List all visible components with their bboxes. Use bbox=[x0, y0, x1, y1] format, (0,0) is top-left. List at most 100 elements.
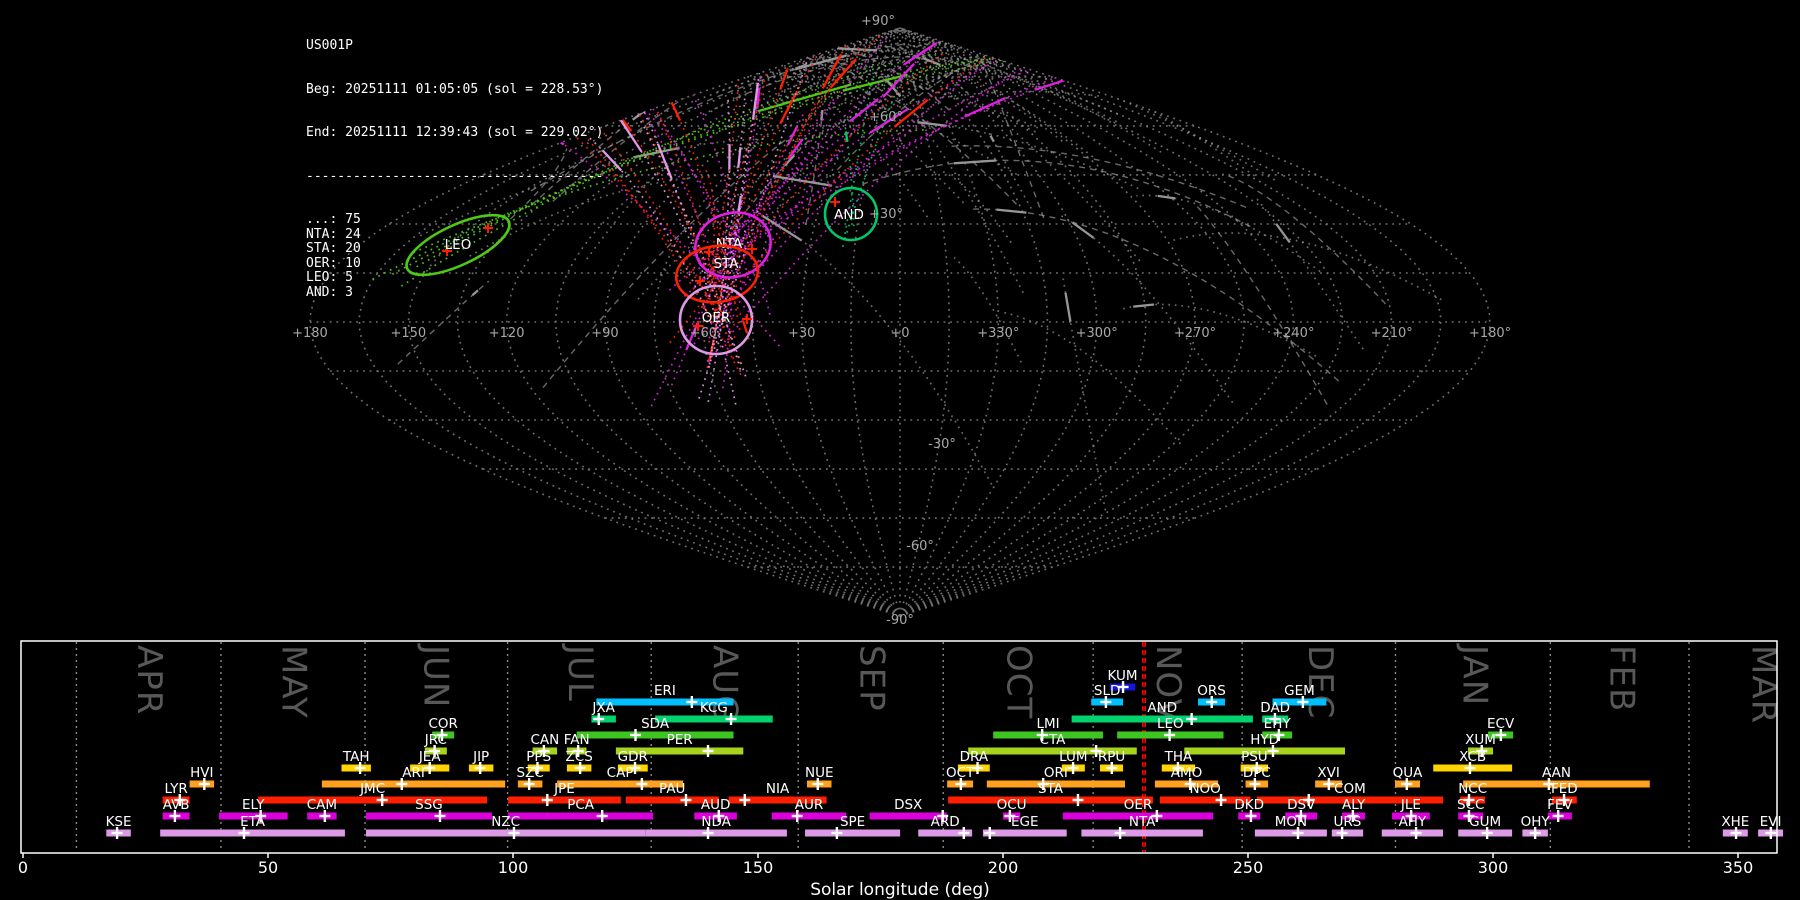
x-tick-label: 300 bbox=[1478, 858, 1509, 877]
shower-bars: KUM ERI SLD ORS GEM JXA KCG AND DAD COR SDA LMI LEO E… bbox=[106, 668, 1784, 839]
shower-bar-label-XCB: XCB bbox=[1459, 749, 1486, 765]
shower-bar-label-JXA: JXA bbox=[591, 700, 615, 716]
sky-map: LEO NTASTAOERAND+180 +150 +120 +90 +60 +30 +0 +3… bbox=[292, 14, 1511, 628]
radiant-label-AND: AND bbox=[834, 207, 864, 223]
meteor-solid-segment bbox=[999, 53, 1031, 62]
shower-bar-label-MON: MON bbox=[1275, 814, 1307, 830]
x-axis-label: Solar longitude (deg) bbox=[810, 880, 990, 900]
shower-bar-label-KCG: KCG bbox=[700, 700, 728, 716]
shower-bar-label-JLE: JLE bbox=[1400, 797, 1421, 813]
shower-bar-JPE bbox=[508, 796, 621, 804]
lon-label: +30 bbox=[788, 326, 815, 341]
shower-bar-JMC bbox=[258, 796, 488, 804]
x-tick-label: 150 bbox=[743, 858, 774, 877]
shower-bar-label-NIA: NIA bbox=[766, 781, 790, 797]
shower-bar-label-GUM: GUM bbox=[1469, 814, 1501, 830]
meteor-solid-segment bbox=[1064, 292, 1072, 322]
shower-bar-label-DRA: DRA bbox=[960, 749, 989, 765]
shower-bar-label-AND: AND bbox=[1147, 700, 1177, 716]
shower-bar-label-DPC: DPC bbox=[1243, 765, 1271, 781]
x-tick-label: 250 bbox=[1233, 858, 1264, 877]
lon-label: +240° bbox=[1272, 326, 1314, 341]
meteor-solid-segment bbox=[737, 147, 742, 168]
x-tick-label: 50 bbox=[258, 858, 278, 877]
meteor-trail bbox=[668, 55, 1008, 291]
x-tick-label: 200 bbox=[988, 858, 1019, 877]
pole-label-south: -90° bbox=[886, 613, 914, 628]
shower-bar-label-LUM: LUM bbox=[1059, 749, 1087, 765]
shower-bar-label-CAP: CAP bbox=[607, 765, 634, 781]
lat-label: -30° bbox=[928, 437, 956, 452]
shower-bar-label-SSG: SSG bbox=[415, 797, 443, 813]
shower-bar-label-SZC: SZC bbox=[517, 765, 544, 781]
meteor-solid-segment bbox=[1029, 33, 1090, 37]
shower-bar-label-ORS: ORS bbox=[1197, 683, 1226, 699]
meteor-solid-segment bbox=[844, 131, 849, 143]
meteor-trail bbox=[979, 56, 1045, 219]
meteor-solid-segment bbox=[996, 208, 1027, 214]
shower-bar-label-NZC: NZC bbox=[491, 814, 520, 830]
shower-bar-MON bbox=[1254, 829, 1327, 837]
shower-bar-label-GEM: GEM bbox=[1284, 683, 1315, 699]
meteor-trail bbox=[702, 84, 918, 226]
meteor-solid-segment bbox=[730, 28, 772, 33]
shower-bar-AUR bbox=[771, 812, 847, 820]
meteor-trail bbox=[716, 43, 863, 299]
lon-label: +330° bbox=[977, 326, 1019, 341]
shower-bar-label-NCC: NCC bbox=[1458, 781, 1487, 797]
shower-bar-label-CAM: CAM bbox=[307, 797, 337, 813]
shower-bar-label-COR: COR bbox=[428, 716, 457, 732]
meteor-solid-segment bbox=[1026, 40, 1066, 50]
shower-bar-label-OCT: OCT bbox=[946, 765, 975, 781]
shower-bar-EGE bbox=[982, 829, 1067, 837]
meteor-solid-segment bbox=[1034, 68, 1099, 91]
lat-label: +30° bbox=[869, 207, 903, 222]
meteor-solid-segment bbox=[1133, 303, 1155, 308]
meteor-solid-segment bbox=[953, 159, 997, 165]
separator-line: -------------------------------------- bbox=[306, 168, 604, 184]
month-label-OCT: OCT bbox=[999, 645, 1039, 719]
shower-bar-label-NDA: NDA bbox=[701, 814, 731, 830]
shower-bar-label-FEV: FEV bbox=[1547, 797, 1573, 813]
shower-bar-label-SLD: SLD bbox=[1094, 683, 1121, 699]
shower-bar-label-DSX: DSX bbox=[894, 797, 922, 813]
shower-bar-label-NUE: NUE bbox=[805, 765, 834, 781]
shower-bar-label-EHY: EHY bbox=[1264, 716, 1292, 732]
month-label-APR: APR bbox=[129, 645, 169, 715]
month-label-JUN: JUN bbox=[416, 643, 456, 708]
shower-bar-label-URS: URS bbox=[1334, 814, 1362, 830]
shower-bar-label-ZCS: ZCS bbox=[566, 749, 593, 765]
shower-bar-label-JRC: JRC bbox=[424, 732, 447, 748]
station-id: US001P bbox=[306, 38, 353, 53]
meteor-trail bbox=[1168, 232, 1442, 301]
shower-count-NTA: NTA: 24 bbox=[306, 226, 361, 242]
shower-bar-label-EVI: EVI bbox=[1760, 814, 1782, 830]
shower-bar-label-AUR: AUR bbox=[795, 797, 824, 813]
shower-bar-label-XUM: XUM bbox=[1465, 732, 1496, 748]
shower-bar-label-SDA: SDA bbox=[641, 716, 670, 732]
lon-label: +0 bbox=[890, 326, 909, 341]
shower-bar-NZC bbox=[366, 829, 646, 837]
shower-bar-label-XVI: XVI bbox=[1317, 765, 1339, 781]
x-axis: 0 50 100 150 200 250 300 350 Solar longitude (de… bbox=[18, 853, 1753, 900]
shower-bar-label-ETA: ETA bbox=[240, 814, 266, 830]
shower-bar-SDA bbox=[576, 731, 734, 739]
meteor-trail bbox=[853, 30, 1215, 99]
shower-bar-label-DKD: DKD bbox=[1234, 797, 1264, 813]
shower-bar-label-RPU: RPU bbox=[1098, 749, 1125, 765]
shower-bar-label-STA: STA bbox=[1038, 781, 1064, 797]
lon-label: +210° bbox=[1371, 326, 1413, 341]
meteor-trail bbox=[683, 44, 1087, 297]
observation-begin: Beg: 20251111 01:05:05 (sol = 228.53°) bbox=[306, 81, 604, 97]
shower-bar-label-JMC: JMC bbox=[359, 781, 385, 797]
shower-bar-label-FED: FED bbox=[1551, 781, 1578, 797]
meteor-solid-segment bbox=[764, 42, 791, 52]
shower-bar-KCG bbox=[655, 715, 773, 723]
shower-bar-label-XHE: XHE bbox=[1721, 814, 1749, 830]
shower-bar-label-AVB: AVB bbox=[163, 797, 190, 813]
month-label-FEB: FEB bbox=[1601, 645, 1641, 712]
x-tick-label: 350 bbox=[1723, 858, 1754, 877]
graticule-meridian bbox=[653, 27, 901, 617]
meteor-solid-segment bbox=[737, 195, 743, 213]
meteor-trail bbox=[857, 159, 1251, 228]
